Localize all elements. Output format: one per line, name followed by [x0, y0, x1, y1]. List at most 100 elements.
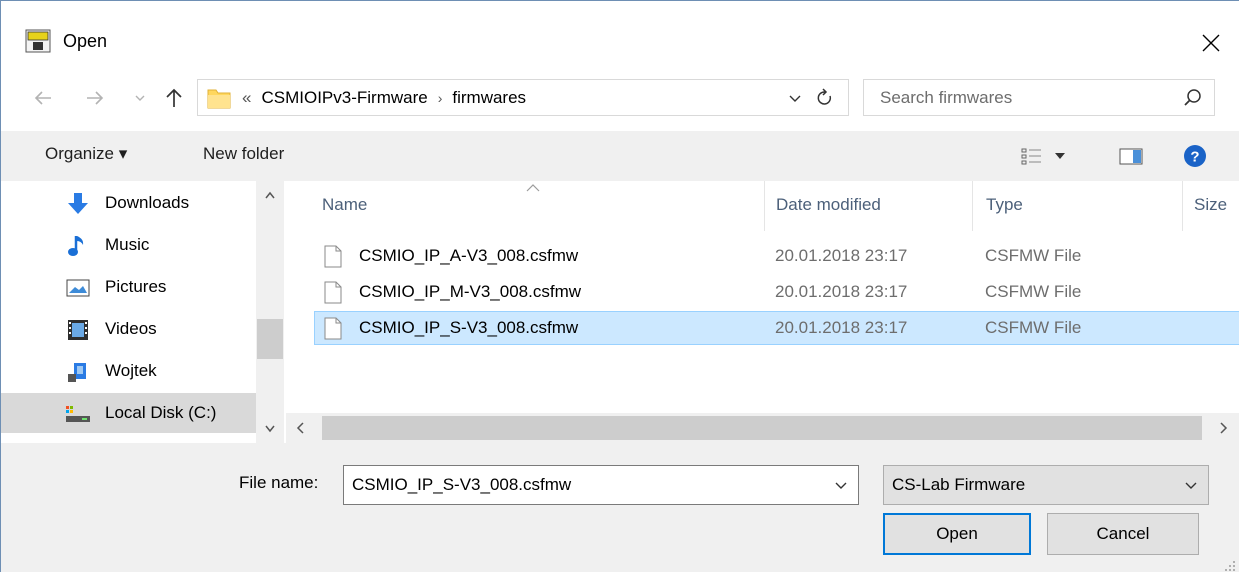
- file-list-horizontal-scrollbar[interactable]: [286, 413, 1239, 443]
- navigation-bar: « CSMIOIPv3-Firmware › firmwares Search …: [1, 79, 1239, 119]
- search-placeholder: Search firmwares: [880, 88, 1013, 107]
- column-header-size[interactable]: Size: [1194, 195, 1227, 215]
- open-button-label: Open: [936, 524, 978, 543]
- navigation-pane-scrollbar[interactable]: [256, 181, 284, 443]
- preview-pane-button[interactable]: [1119, 143, 1143, 169]
- help-icon: ?: [1184, 145, 1206, 167]
- cancel-button-label: Cancel: [1096, 524, 1150, 543]
- refresh-button[interactable]: [810, 84, 840, 112]
- sidebar-item-label: Music: [105, 235, 150, 254]
- column-divider[interactable]: [1182, 181, 1183, 231]
- folder-icon: [206, 85, 232, 111]
- close-icon: [1202, 34, 1220, 52]
- up-arrow-icon: [166, 88, 182, 107]
- user-folder-icon: [65, 359, 91, 385]
- scrollbar-thumb[interactable]: [257, 319, 283, 359]
- app-icon: [25, 29, 51, 53]
- file-list: Name Date modified Type Size CSMIO_IP_A-…: [286, 181, 1239, 413]
- local-disk-icon: [65, 401, 91, 427]
- sidebar-item-label: Pictures: [105, 277, 167, 296]
- sidebar-item-label: Downloads: [105, 193, 190, 212]
- address-dropdown-button[interactable]: [784, 86, 806, 110]
- file-row[interactable]: CSMIO_IP_A-V3_008.csfmw 20.01.2018 23:17…: [314, 239, 1239, 273]
- music-note-icon: [65, 233, 91, 259]
- file-name: CSMIO_IP_M-V3_008.csfmw: [359, 282, 582, 301]
- file-row-selected[interactable]: CSMIO_IP_S-V3_008.csfmw 20.01.2018 23:17…: [314, 311, 1239, 345]
- column-header-date-modified[interactable]: Date modified: [776, 195, 881, 215]
- column-divider[interactable]: [972, 181, 973, 231]
- file-name-combobox[interactable]: CSMIO_IP_S-V3_008.csfmw: [343, 465, 859, 505]
- sidebar-item-downloads[interactable]: Downloads: [1, 183, 256, 223]
- sidebar-item-videos[interactable]: Videos: [1, 309, 256, 349]
- sort-ascending-icon: [526, 179, 540, 195]
- title-bar: Open: [1, 1, 1239, 79]
- chevron-down-icon: [135, 95, 145, 101]
- scroll-left-arrow-icon[interactable]: [286, 413, 314, 443]
- organize-label: Organize ▾: [45, 144, 128, 163]
- file-date-modified: 20.01.2018 23:17: [775, 318, 908, 337]
- open-file-dialog: Open « CSMIOIPv3-Firmware › firmwares Se…: [0, 0, 1239, 572]
- videos-icon: [65, 317, 91, 343]
- scroll-right-arrow-icon[interactable]: [1210, 413, 1238, 443]
- scrollbar-thumb[interactable]: [322, 416, 1202, 440]
- recent-locations-button[interactable]: [131, 79, 149, 117]
- back-button[interactable]: [29, 79, 57, 117]
- breadcrumb-item-firmwares[interactable]: firmwares: [452, 88, 526, 108]
- sidebar-item-local-disk[interactable]: Local Disk (C:): [1, 393, 256, 433]
- details-view-icon: [1021, 148, 1041, 165]
- file-name: CSMIO_IP_A-V3_008.csfmw: [359, 246, 579, 265]
- change-view-button[interactable]: [1021, 143, 1067, 169]
- file-name-input[interactable]: CSMIO_IP_S-V3_008.csfmw: [352, 475, 571, 495]
- file-type-value: CS-Lab Firmware: [892, 475, 1026, 494]
- column-header-name[interactable]: Name: [322, 195, 367, 215]
- breadcrumb-overflow[interactable]: «: [242, 88, 251, 108]
- breadcrumb-separator[interactable]: ›: [438, 90, 443, 106]
- file-name: CSMIO_IP_S-V3_008.csfmw: [359, 318, 579, 337]
- search-icon[interactable]: [1182, 87, 1204, 109]
- help-button[interactable]: ?: [1183, 143, 1207, 169]
- chevron-down-icon[interactable]: [832, 476, 850, 494]
- sidebar-item-wojtek[interactable]: Wojtek: [1, 351, 256, 391]
- file-type: CSFMW File: [985, 282, 1082, 301]
- file-type: CSFMW File: [985, 318, 1082, 337]
- up-button[interactable]: [161, 79, 187, 117]
- scroll-up-arrow-icon[interactable]: [256, 183, 284, 207]
- window-title: Open: [63, 31, 108, 51]
- new-folder-label: New folder: [203, 144, 285, 163]
- file-row[interactable]: CSMIO_IP_M-V3_008.csfmw 20.01.2018 23:17…: [314, 275, 1239, 309]
- chevron-down-icon: [1055, 153, 1065, 159]
- dialog-footer: File name: CSMIO_IP_S-V3_008.csfmw CS-La…: [1, 443, 1239, 572]
- file-name-label: File name:: [239, 473, 319, 492]
- open-button[interactable]: Open: [883, 513, 1031, 555]
- breadcrumb-item-csmioipv3-firmware[interactable]: CSMIOIPv3-Firmware: [261, 88, 427, 108]
- file-icon: [324, 245, 342, 268]
- new-folder-button[interactable]: New folder: [203, 144, 284, 164]
- address-bar[interactable]: « CSMIOIPv3-Firmware › firmwares: [197, 79, 849, 116]
- file-icon: [324, 281, 342, 304]
- cancel-button[interactable]: Cancel: [1047, 513, 1199, 555]
- navigation-pane: Downloads Music Pictures Videos Wojtek L…: [1, 181, 286, 443]
- preview-pane-icon: [1119, 148, 1143, 165]
- search-box[interactable]: Search firmwares: [863, 79, 1215, 116]
- chevron-down-icon: [1182, 476, 1200, 494]
- scroll-down-arrow-icon[interactable]: [256, 417, 284, 441]
- file-type-select[interactable]: CS-Lab Firmware: [883, 465, 1209, 505]
- organize-button[interactable]: Organize ▾: [45, 144, 127, 164]
- forward-arrow-icon: [87, 91, 104, 105]
- close-button[interactable]: [1191, 23, 1231, 63]
- forward-button[interactable]: [81, 79, 109, 117]
- sidebar-item-label: Wojtek: [105, 361, 157, 380]
- file-type: CSFMW File: [985, 246, 1082, 265]
- download-arrow-icon: [65, 191, 91, 217]
- sidebar-item-label: Videos: [105, 319, 157, 338]
- file-date-modified: 20.01.2018 23:17: [775, 246, 908, 265]
- file-icon: [324, 317, 342, 340]
- sidebar-item-music[interactable]: Music: [1, 225, 256, 265]
- sidebar-item-pictures[interactable]: Pictures: [1, 267, 256, 307]
- chevron-down-icon: [789, 95, 801, 102]
- column-header-type[interactable]: Type: [986, 195, 1023, 215]
- column-divider[interactable]: [764, 181, 765, 231]
- resize-grip-icon[interactable]: [1224, 557, 1236, 571]
- refresh-icon: [817, 88, 832, 105]
- sidebar-item-label: Local Disk (C:): [105, 403, 217, 422]
